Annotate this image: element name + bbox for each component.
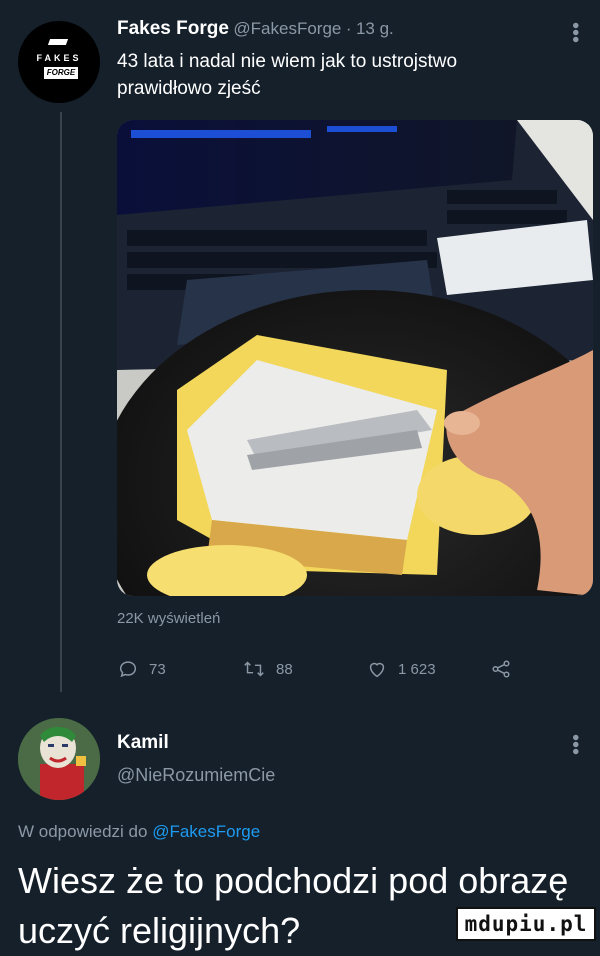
reply-more-options-icon[interactable]: ••• xyxy=(564,734,586,755)
retweet-action[interactable]: 88 xyxy=(242,658,293,680)
author-avatar[interactable]: FAKES FORGE xyxy=(18,21,100,103)
reply-author-avatar[interactable] xyxy=(18,718,100,800)
reply-action[interactable]: 73 xyxy=(117,658,166,680)
like-action[interactable]: 1 623 xyxy=(366,658,436,680)
reply-icon xyxy=(119,661,137,678)
retweet-icon xyxy=(244,661,264,677)
author-name[interactable]: Fakes Forge xyxy=(117,18,229,39)
reply-count: 73 xyxy=(149,660,166,678)
heart-icon xyxy=(369,662,385,678)
in-reply-prefix: W odpowiedzi do xyxy=(18,822,148,841)
avatar-logo-mark xyxy=(47,39,69,45)
header-separator: · xyxy=(345,19,352,38)
more-options-icon[interactable]: ••• xyxy=(564,22,586,43)
photo-illustration xyxy=(117,120,593,596)
reply-text: Wiesz że to podchodzi pod obrazę uczyć r… xyxy=(18,860,569,951)
in-reply-to: W odpowiedzi do @FakesForge xyxy=(18,822,260,842)
in-reply-handle[interactable]: @FakesForge xyxy=(152,822,260,841)
like-count: 1 623 xyxy=(398,660,436,678)
share-action[interactable] xyxy=(490,658,512,680)
tweet-media-photo[interactable] xyxy=(117,120,593,596)
tweet-text: 43 lata i nadal nie wiem jak to ustrojst… xyxy=(117,51,458,99)
reply-author-name[interactable]: Kamil xyxy=(117,732,169,754)
author-handle[interactable]: @FakesForge xyxy=(233,19,341,38)
site-watermark: mdupiu.pl xyxy=(456,907,596,941)
thread-line xyxy=(60,112,62,692)
retweet-count: 88 xyxy=(276,660,293,678)
joker-avatar-image xyxy=(18,718,100,800)
avatar-logo-text-bottom: FORGE xyxy=(44,67,78,79)
reply-author-handle[interactable]: @NieRozumiemCie xyxy=(117,765,275,786)
tweet-header: Fakes Forge @FakesForge · 13 g. xyxy=(117,18,557,42)
views-count[interactable]: 22K wyświetleń xyxy=(117,610,220,627)
share-icon xyxy=(492,660,510,678)
avatar-logo-text-top: FAKES xyxy=(36,53,82,63)
tweet-time[interactable]: 13 g. xyxy=(356,19,394,38)
